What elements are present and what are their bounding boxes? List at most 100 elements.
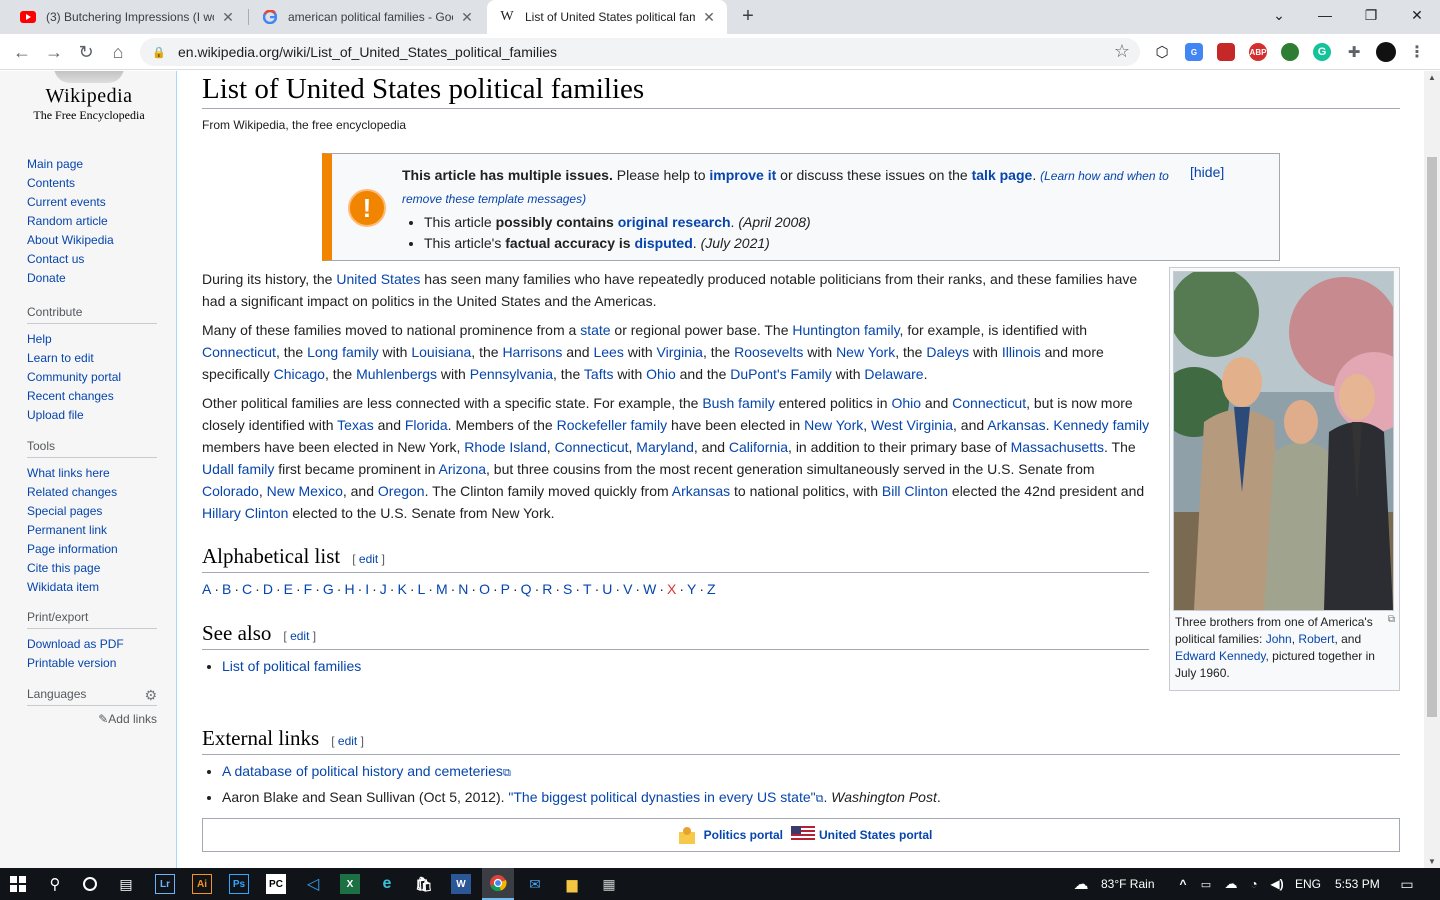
onedrive-icon[interactable]: ☁ (1221, 874, 1241, 894)
sidebar-link[interactable]: Related changes (27, 485, 117, 499)
article-link[interactable]: Udall family (202, 461, 274, 477)
sidebar-link[interactable]: Printable version (27, 656, 116, 670)
original-research-link[interactable]: original research (618, 214, 731, 230)
letter-link[interactable]: E (284, 581, 293, 597)
article-link[interactable]: Colorado (202, 483, 259, 499)
scroll-up-icon[interactable]: ▲ (1424, 73, 1440, 82)
article-link[interactable]: Chicago (274, 366, 325, 382)
edit-section-link[interactable]: [ edit ] (352, 552, 385, 566)
talk-page-link[interactable]: talk page (972, 167, 1033, 183)
bookmark-extension-icon[interactable] (1217, 43, 1235, 61)
letter-link[interactable]: O (479, 581, 490, 597)
avatar[interactable] (1376, 42, 1396, 62)
article-link[interactable]: John (1266, 632, 1292, 646)
sidebar-link[interactable]: Permanent link (27, 523, 107, 537)
calculator-icon[interactable]: ▦ (599, 874, 619, 894)
kennedy-brothers-photo[interactable] (1159, 267, 1414, 611)
letter-link[interactable]: X (667, 581, 676, 597)
article-link[interactable]: Massachusetts (1011, 439, 1104, 455)
sidebar-link[interactable]: Page information (27, 542, 118, 556)
sidebar-link[interactable]: Random article (27, 214, 108, 228)
article-link[interactable]: Maryland (636, 439, 694, 455)
article-link[interactable]: Oregon (378, 483, 425, 499)
letter-link[interactable]: D (263, 581, 273, 597)
political-families-link[interactable]: List of political families (222, 658, 361, 674)
reload-icon[interactable]: ↻ (74, 40, 98, 64)
windows-start-icon[interactable] (8, 874, 28, 894)
article-link[interactable]: Louisiana (411, 344, 471, 360)
language-indicator[interactable]: ENG (1295, 877, 1321, 891)
abp-icon[interactable]: ABP (1249, 43, 1267, 61)
article-link[interactable]: Virginia (657, 344, 703, 360)
maximize-icon[interactable]: ❐ (1348, 0, 1394, 30)
tab-google[interactable]: american political families - Goog ✕ (250, 0, 485, 34)
sidebar-link[interactable]: Special pages (27, 504, 102, 518)
close-tab-icon[interactable]: ✕ (701, 9, 717, 26)
article-link[interactable]: Muhlenbergs (356, 366, 437, 382)
article-link[interactable]: Florida (405, 417, 448, 433)
sidebar-link[interactable]: Help (27, 332, 52, 346)
article-link[interactable]: Arizona (439, 461, 486, 477)
letter-link[interactable]: K (397, 581, 406, 597)
article-link[interactable]: Ohio (646, 366, 676, 382)
letter-link[interactable]: J (380, 581, 387, 597)
letter-link[interactable]: N (458, 581, 468, 597)
wifi-icon[interactable]: ◔ (1244, 874, 1264, 894)
dynasties-article-link[interactable]: "The biggest political dynasties in ever… (508, 789, 815, 805)
close-tab-icon[interactable]: ✕ (220, 9, 236, 26)
edit-link-label[interactable]: edit (290, 629, 309, 643)
article-link[interactable]: state (580, 322, 610, 338)
weather-text[interactable]: 83°F Rain (1101, 877, 1155, 891)
menu-dots-icon[interactable]: ⋮ (1408, 43, 1426, 61)
scroll-down-icon[interactable]: ▼ (1424, 857, 1440, 866)
article-link[interactable]: Rhode Island (464, 439, 547, 455)
lightroom-icon[interactable]: Lr (155, 874, 175, 894)
article-link[interactable]: Connecticut (555, 439, 629, 455)
article-link[interactable]: United States (336, 271, 420, 287)
letter-link[interactable]: T (583, 581, 592, 597)
sidebar-link[interactable]: About Wikipedia (27, 233, 114, 247)
article-link[interactable]: Edward Kennedy (1175, 649, 1266, 663)
article-link[interactable]: Delaware (864, 366, 923, 382)
article-link[interactable]: Bush family (702, 395, 774, 411)
letter-link[interactable]: G (323, 581, 334, 597)
enlarge-icon[interactable]: ⧉ (1388, 614, 1395, 625)
address-bar[interactable]: 🔒 en.wikipedia.org/wiki/List_of_United_S… (140, 38, 1140, 66)
forward-icon[interactable]: → (42, 40, 66, 64)
article-link[interactable]: Connecticut (952, 395, 1026, 411)
letter-link[interactable]: P (501, 581, 510, 597)
politics-portal-link[interactable]: Politics portal (704, 828, 783, 842)
sidebar-link[interactable]: Donate (27, 271, 66, 285)
edit-link-label[interactable]: edit (359, 552, 378, 566)
grammarly-icon[interactable]: G (1313, 43, 1331, 61)
sidebar-link[interactable]: Wikidata item (27, 580, 99, 594)
photoshop-icon[interactable]: Ps (229, 874, 249, 894)
sidebar-link[interactable]: What links here (27, 466, 110, 480)
letter-link[interactable]: H (344, 581, 354, 597)
article-link[interactable]: New York (804, 417, 863, 433)
article-link[interactable]: Bill Clinton (882, 483, 948, 499)
edit-section-link[interactable]: [ edit ] (283, 629, 316, 643)
article-link[interactable]: Roosevelts (734, 344, 803, 360)
article-link[interactable]: New York (836, 344, 895, 360)
scrollbar-thumb[interactable] (1427, 157, 1437, 717)
edge-icon[interactable]: e (377, 874, 397, 894)
article-link[interactable]: Pennsylvania (470, 366, 553, 382)
tab-search-icon[interactable]: ⌄ (1256, 0, 1302, 30)
sidebar-link[interactable]: Current events (27, 195, 106, 209)
letter-link[interactable]: V (623, 581, 632, 597)
letter-link[interactable]: Z (707, 581, 716, 597)
letter-link[interactable]: Y (687, 581, 696, 597)
hide-button[interactable]: [hide] (1190, 164, 1224, 180)
tab-wikipedia[interactable]: W List of United States political fam ✕ (487, 0, 727, 34)
vscode-icon[interactable]: ◁ (303, 874, 323, 894)
sidebar-link[interactable]: Contents (27, 176, 75, 190)
article-link[interactable]: Daleys (926, 344, 969, 360)
article-link[interactable]: Connecticut (202, 344, 276, 360)
letter-link[interactable]: M (436, 581, 448, 597)
sidebar-link[interactable]: Upload file (27, 408, 84, 422)
task-view-icon[interactable]: ▤ (116, 874, 136, 894)
chrome-taskbar-icon[interactable] (482, 868, 514, 900)
home-icon[interactable]: ⌂ (106, 40, 130, 64)
letter-link[interactable]: C (242, 581, 252, 597)
